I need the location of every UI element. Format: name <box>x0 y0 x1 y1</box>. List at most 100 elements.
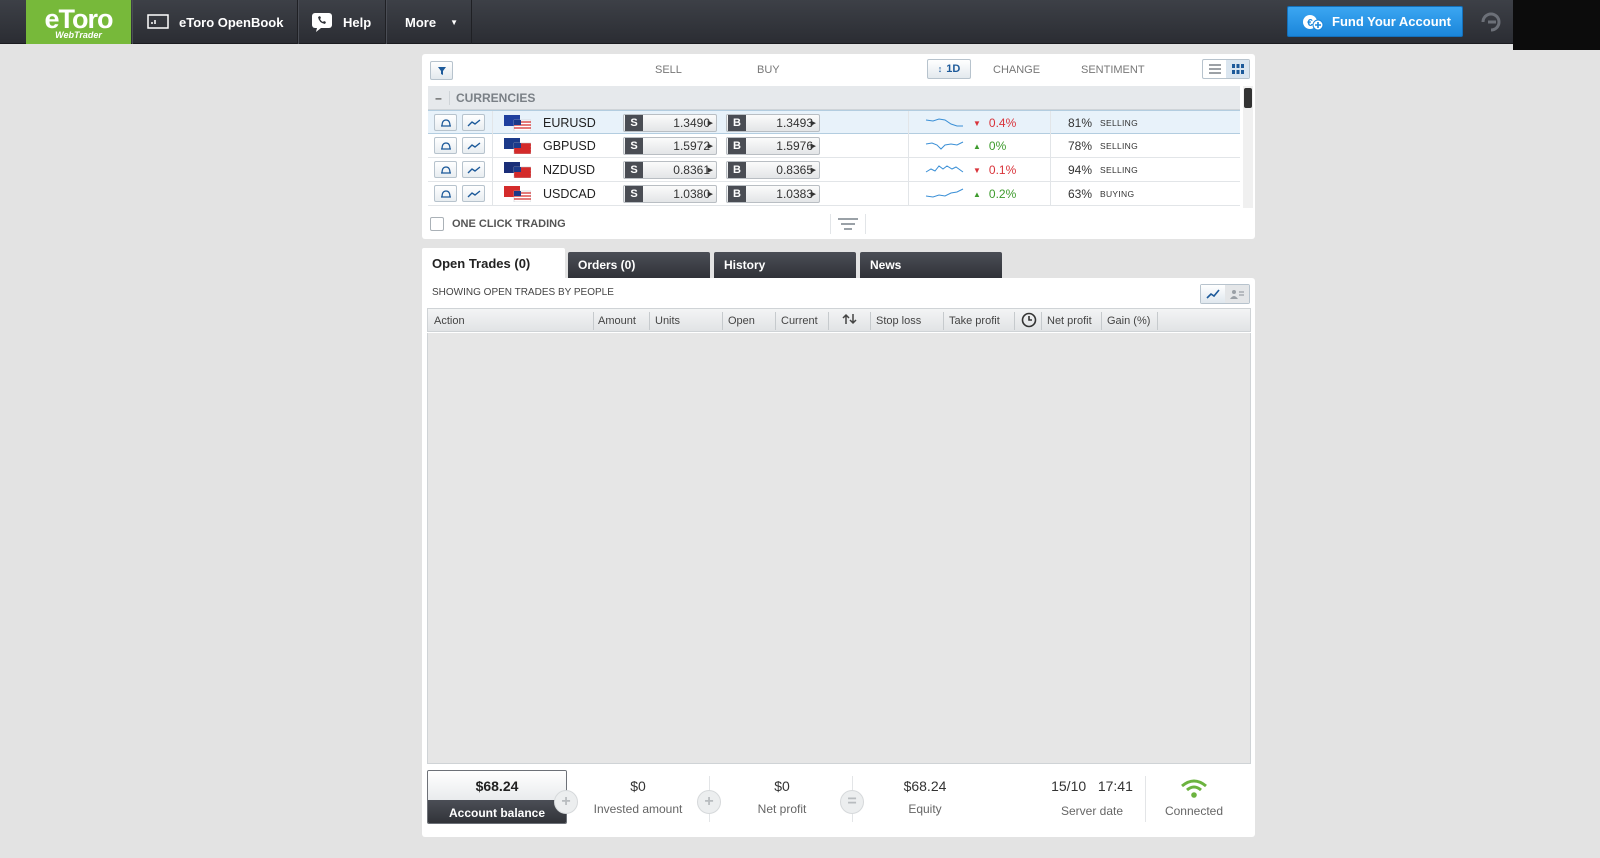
buy-button[interactable]: B 1.5976 ▶ <box>726 137 820 155</box>
tab-orders[interactable]: Orders (0) <box>568 252 710 278</box>
buy-button[interactable]: B 0.8365 ▶ <box>726 161 820 179</box>
buy-button[interactable]: B 1.0383 ▶ <box>726 185 820 203</box>
fund-account-button[interactable]: € Fund Your Account <box>1287 6 1463 37</box>
col-action[interactable]: Action <box>434 315 465 327</box>
col-take-profit[interactable]: Take profit <box>949 315 1000 327</box>
list-view-button[interactable] <box>1203 60 1226 78</box>
sell-price: 1.3490 <box>673 116 710 130</box>
col-stop-loss[interactable]: Stop loss <box>876 315 921 327</box>
instrument-row[interactable]: NZDUSD S 0.8361 ▶ B 0.8365 ▶ ▼ 0.1% 94% SELLING <box>428 158 1240 182</box>
server-time-value: 17:41 <box>1097 778 1133 794</box>
sort-arrows-icon: ↕ <box>937 64 943 74</box>
chart-icon[interactable] <box>462 137 485 154</box>
chevron-down-icon: ▼ <box>450 17 458 27</box>
instrument-row[interactable]: GBPUSD S 1.5972 ▶ B 1.5976 ▶ ▲ 0% 78% SELLING <box>428 134 1240 158</box>
sentiment-percent: 94% <box>1068 163 1093 177</box>
tab-open-trades[interactable]: Open Trades (0) <box>422 248 565 278</box>
grid-view-button[interactable] <box>1226 60 1249 78</box>
change-percent: 0.2% <box>988 187 1017 201</box>
col-open[interactable]: Open <box>728 315 755 327</box>
period-selector[interactable]: ↕ 1D <box>927 59 971 79</box>
scrollbar-thumb[interactable] <box>1244 88 1252 108</box>
buy-price: 1.3493 <box>776 116 813 130</box>
sell-price: 1.5972 <box>673 139 710 153</box>
category-header[interactable]: – CURRENCIES <box>428 86 1240 110</box>
sentiment-label: BUYING <box>1100 189 1135 199</box>
invested-value: $0 <box>630 778 646 794</box>
wifi-signal-icon <box>1134 778 1254 800</box>
filter-button[interactable] <box>430 61 453 80</box>
category-label: CURRENCIES <box>456 90 536 105</box>
more-label: More <box>405 14 437 30</box>
sort-lines-icon[interactable] <box>830 214 866 234</box>
tab-history[interactable]: History <box>714 252 856 278</box>
plus-operator-icon: + <box>554 790 578 814</box>
symbol-label: USDCAD <box>543 187 596 201</box>
chart-icon[interactable] <box>462 114 485 131</box>
one-click-checkbox[interactable] <box>430 217 444 231</box>
filter-icon <box>437 66 446 75</box>
sell-button[interactable]: S 0.8361 ▶ <box>623 161 717 179</box>
alert-bell-icon[interactable] <box>434 161 457 178</box>
col-net-profit[interactable]: Net profit <box>1047 315 1092 327</box>
col-gain[interactable]: Gain (%) <box>1107 315 1150 327</box>
help-phone-icon <box>311 12 333 32</box>
collapse-icon[interactable]: – <box>428 90 450 105</box>
sentiment-label: SELLING <box>1100 165 1139 175</box>
instrument-scrollbar[interactable] <box>1243 86 1253 208</box>
one-click-trading[interactable]: ONE CLICK TRADING <box>430 217 566 231</box>
alert-bell-icon[interactable] <box>434 137 457 154</box>
triangle-down-icon: ▼ <box>973 118 981 128</box>
tab-news[interactable]: News <box>860 252 1002 278</box>
col-units[interactable]: Units <box>655 315 680 327</box>
instrument-row[interactable]: EURUSD S 1.3490 ▶ B 1.3493 ▶ ▼ 0.4% 81% SELLING <box>428 110 1240 135</box>
play-arrow-icon: ▶ <box>810 191 816 198</box>
sparkline-chart <box>925 116 965 132</box>
sentiment-label: SELLING <box>1100 141 1139 151</box>
instrument-row[interactable]: USDCAD S 1.0380 ▶ B 1.0383 ▶ ▲ 0.2% 63% BUYING <box>428 182 1240 206</box>
alert-bell-icon[interactable] <box>434 185 457 202</box>
sell-button[interactable]: S 1.0380 ▶ <box>623 185 717 203</box>
chart-icon <box>1206 289 1220 299</box>
period-label: 1D <box>946 63 961 75</box>
account-balance-label: Account balance <box>428 800 566 823</box>
swap-arrows-icon[interactable] <box>842 313 858 328</box>
buy-button[interactable]: B 1.3493 ▶ <box>726 114 820 132</box>
sell-button[interactable]: S 1.5972 ▶ <box>623 137 717 155</box>
openbook-icon <box>147 14 169 30</box>
play-arrow-icon: ▶ <box>707 167 713 174</box>
nav-openbook[interactable]: eToro OpenBook <box>132 0 298 44</box>
equity-label: Equity <box>908 802 942 816</box>
chart-view-button[interactable] <box>1201 285 1225 303</box>
etoro-swirl-icon[interactable] <box>1479 11 1503 36</box>
col-current[interactable]: Current <box>781 315 818 327</box>
chart-icon[interactable] <box>462 185 485 202</box>
sentiment-percent: 81% <box>1068 116 1093 130</box>
currency-flag-icon <box>504 162 532 179</box>
sell-button[interactable]: S 1.3490 ▶ <box>623 114 717 132</box>
view-toggle <box>1202 59 1250 79</box>
sell-price: 0.8361 <box>673 163 710 177</box>
buy-tag: B <box>728 115 746 131</box>
account-balance-box[interactable]: $68.24 Account balance <box>427 770 567 824</box>
account-footer: $68.24 Account balance + $0 Invested amo… <box>422 768 1255 837</box>
user-avatar[interactable] <box>1513 0 1600 50</box>
nav-more[interactable]: More ▼ <box>386 0 472 44</box>
sentiment-percent: 63% <box>1068 187 1093 201</box>
triangle-up-icon: ▲ <box>973 189 981 199</box>
chart-icon[interactable] <box>462 161 485 178</box>
etoro-logo[interactable]: eToro WebTrader <box>26 0 131 44</box>
server-date-value: 15/10 <box>1051 778 1087 794</box>
change-percent: 0.4% <box>988 116 1017 130</box>
buy-price: 1.5976 <box>776 139 813 153</box>
people-view-button[interactable] <box>1225 285 1249 303</box>
equity-value: $68.24 <box>903 778 947 794</box>
tab-label: Open Trades (0) <box>432 255 531 271</box>
clock-icon[interactable] <box>1021 312 1037 331</box>
nav-help[interactable]: Help <box>298 0 386 44</box>
fund-account-label: Fund Your Account <box>1332 14 1451 29</box>
change-percent: 0% <box>988 139 1007 153</box>
col-amount[interactable]: Amount <box>598 315 636 327</box>
alert-bell-icon[interactable] <box>434 114 457 131</box>
symbol-label: EURUSD <box>543 116 596 130</box>
